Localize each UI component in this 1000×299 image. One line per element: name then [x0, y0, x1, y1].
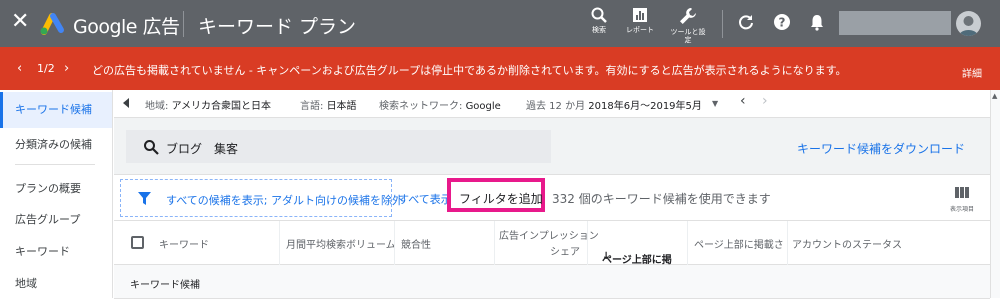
period-value: 2018年6月〜2019年5月 [588, 101, 702, 112]
top-app-bar: ✕ Google 広告 キーワード プラン 検索 レポート ツールと設定 ? [0, 0, 1000, 47]
add-filter-button[interactable]: フィルタを追加 [447, 178, 545, 212]
column-header-top-of-page-bid-low[interactable]: ↓ ページ上部に掲 [587, 221, 687, 266]
plan-settings-bar: 地域: アメリカ合衆国と日本 言語: 日本語 検索ネットワーク: Google … [114, 90, 990, 118]
sidebar-item-label: 分類済みの候補 [15, 138, 92, 151]
filter-icon [138, 192, 151, 205]
reports-label: レポート [626, 26, 654, 34]
language-label: 言語: [300, 101, 324, 112]
sidebar-item-ad-groups[interactable]: 広告グループ [0, 211, 112, 227]
brand-name: Google 広告 [73, 16, 180, 38]
sidebar: キーワード候補 分類済みの候補 プランの概要 広告グループ キーワード 地域 [0, 90, 113, 298]
active-filter-chip[interactable]: すべての候補を表示; アダルト向けの候補を除外 [120, 179, 403, 217]
show-all-link[interactable]: すべて表示 [398, 191, 452, 207]
alert-counter: 1/2 [37, 62, 55, 75]
title-divider [183, 11, 184, 37]
filter-chip-text: すべての候補を表示; アダルト向けの候補を除外 [166, 194, 403, 207]
sidebar-item-plan-overview[interactable]: プランの概要 [0, 180, 112, 196]
wrench-icon [680, 8, 696, 24]
alert-detail-link[interactable]: 詳細 [962, 65, 982, 80]
column-header-impression-share[interactable]: 広告インプレッション シェア [494, 221, 599, 265]
sidebar-item-locations[interactable]: 地域 [0, 275, 112, 291]
date-range-setting[interactable]: 過去 12 か月 2018年6月〜2019年5月 [526, 97, 702, 112]
notifications-bell-icon[interactable] [808, 13, 826, 31]
date-dropdown-icon[interactable]: ▼ [712, 99, 718, 108]
user-avatar-icon [959, 16, 978, 36]
header-label: 競合性 [401, 240, 431, 251]
header-label-line2: シェア [550, 247, 580, 258]
search-tool-button[interactable]: 検索 [590, 6, 608, 34]
avatar[interactable] [956, 11, 981, 36]
reports-button[interactable]: レポート [626, 6, 654, 34]
google-ads-logo-icon [40, 13, 64, 35]
alert-message: どの広告も掲載されていません - キャンペーンおよび広告グループは停止中であるか… [92, 64, 847, 77]
network-value: Google [465, 101, 501, 112]
svg-text:?: ? [779, 16, 786, 30]
alert-next-icon[interactable]: › [64, 61, 69, 76]
reports-icon [633, 8, 647, 22]
column-header-keyword[interactable]: キーワード [149, 221, 279, 265]
select-all-checkbox[interactable] [131, 236, 144, 249]
location-value: アメリカ合衆国と日本 [171, 101, 272, 112]
header-label: 広告インプレッション [499, 231, 599, 242]
column-header-competition[interactable]: 競合性 [394, 221, 494, 265]
results-panel: すべての候補を表示; アダルト向けの候補を除外 すべて表示 フィルタを追加 33… [114, 174, 990, 299]
keyword-count-text: 332 個のキーワード候補を使用できます [552, 192, 771, 206]
location-label: 地域: [145, 101, 169, 112]
period-label: 過去 12 か月 [526, 101, 586, 112]
column-header-top-of-page-bid-high[interactable]: ページ上部に掲載さ [687, 221, 787, 265]
sidebar-item-label: プランの概要 [15, 182, 81, 195]
network-label: 検索ネットワーク: [379, 101, 463, 112]
header-label: アカウントのステータス [792, 240, 902, 251]
table-group-row: キーワード候補 [114, 265, 990, 299]
date-prev-icon[interactable]: ‹ [740, 93, 746, 109]
table-header: キーワード 月間平均検索ボリューム 競合性 広告インプレッション シェア ↓ ペ… [114, 220, 990, 266]
page-title: キーワード プラン [198, 16, 357, 38]
search-tool-label: 検索 [592, 26, 606, 34]
keyword-search-box[interactable]: ブログ 集客 [126, 130, 551, 163]
header-label: キーワード [159, 240, 209, 251]
toolbar-divider [722, 10, 723, 38]
date-next-icon[interactable]: › [762, 93, 768, 109]
account-switcher[interactable] [839, 11, 951, 35]
location-setting[interactable]: 地域: アメリカ合衆国と日本 [145, 97, 271, 112]
sidebar-item-keyword-ideas[interactable]: キーワード候補 [0, 92, 112, 128]
language-value: 日本語 [326, 101, 357, 112]
search-icon [144, 140, 159, 155]
sidebar-divider [15, 164, 95, 165]
group-label: キーワード候補 [130, 280, 200, 291]
refresh-icon[interactable] [737, 13, 755, 31]
close-icon[interactable]: ✕ [11, 10, 29, 34]
download-keyword-ideas-link[interactable]: キーワード候補をダウンロード [797, 140, 965, 157]
header-label: ページ上部に掲載さ [694, 240, 784, 251]
sidebar-item-keywords[interactable]: キーワード [0, 243, 112, 259]
sidebar-item-label: キーワード候補 [15, 103, 92, 116]
sidebar-item-label: キーワード [15, 245, 70, 258]
collapse-sidebar-icon[interactable] [122, 98, 130, 108]
header-label: 月間平均検索ボリューム [286, 240, 396, 251]
sidebar-item-grouped-ideas[interactable]: 分類済みの候補 [0, 136, 112, 152]
search-input[interactable]: ブログ 集客 [166, 140, 238, 157]
columns-icon [955, 187, 969, 198]
columns-button[interactable]: 表示項目 [950, 183, 974, 213]
add-filter-label: フィルタを追加 [459, 192, 543, 206]
scrollbar[interactable]: ▲ [990, 90, 1000, 298]
header-label-text: ページ上部に掲 [602, 255, 672, 266]
main-content: ブログ 集客 キーワード候補をダウンロード すべての候補を表示; アダルト向けの… [114, 118, 990, 299]
sidebar-item-label: 広告グループ [15, 213, 81, 226]
columns-label: 表示項目 [950, 206, 975, 213]
tools-settings-button[interactable]: ツールと設定 [670, 6, 706, 44]
column-header-account-status[interactable]: アカウントのステータス [787, 221, 990, 265]
alert-prev-icon[interactable]: ‹ [17, 61, 22, 76]
alert-banner: ‹ 1/2 › どの広告も掲載されていません - キャンペーンおよび広告グループ… [0, 47, 1000, 90]
language-setting[interactable]: 言語: 日本語 [300, 97, 357, 112]
tools-settings-label: ツールと設定 [670, 28, 706, 44]
sidebar-item-label: 地域 [15, 277, 37, 290]
search-icon [591, 7, 607, 23]
column-header-avg-monthly-searches[interactable]: 月間平均検索ボリューム [279, 221, 396, 265]
scroll-up-icon[interactable]: ▲ [992, 92, 997, 100]
help-icon[interactable]: ? [773, 13, 791, 31]
network-setting[interactable]: 検索ネットワーク: Google [379, 97, 501, 112]
